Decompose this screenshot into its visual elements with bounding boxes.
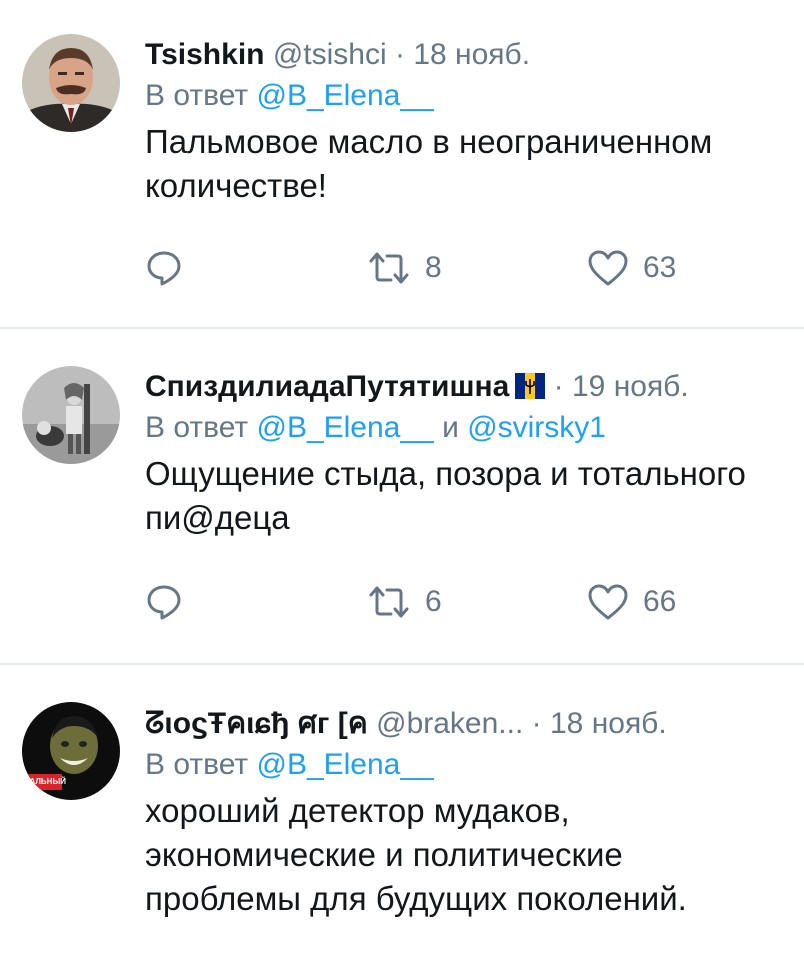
tweet-header: Tsishkin @tsishci · 18 нояб.	[145, 36, 792, 74]
barbados-flag-icon	[515, 371, 546, 399]
retweet-icon	[369, 252, 409, 284]
reply-icon	[147, 251, 181, 286]
like-count: 66	[643, 585, 677, 618]
avatar-girl-dog-photo-icon	[22, 366, 120, 464]
reply-mention[interactable]: @B_Elena__	[256, 411, 433, 444]
heart-icon	[588, 584, 628, 620]
user-handle[interactable]: @braken...	[376, 707, 523, 740]
reply-button[interactable]	[145, 248, 197, 288]
tweet[interactable]: БАЛЬНЫЙ ᘔιοϛŦคιɕђ ศг [ค @braken... · 18 …	[0, 665, 804, 960]
tweet-text: Пальмовое масло в неограниченном количес…	[145, 123, 713, 204]
reply-mention-2[interactable]: @svirsky1	[467, 411, 606, 444]
like-button[interactable]: 63	[587, 248, 676, 288]
tweet-date[interactable]: 19 нояб.	[572, 370, 689, 403]
retweet-count: 8	[425, 251, 442, 284]
tweet-date[interactable]: 18 нояб.	[413, 38, 530, 71]
retweet-button[interactable]: 8	[367, 248, 442, 288]
separator-dot: ·	[531, 707, 542, 740]
tweet-text: хороший детектор мудаков, экономические …	[145, 792, 687, 917]
like-button[interactable]: 66	[587, 582, 676, 622]
avatar[interactable]: БАЛЬНЫЙ	[22, 702, 120, 800]
tweet-header: ᘔιοϛŦคιɕђ ศг [ค @braken... · 18 нояб.	[145, 705, 792, 743]
user-handle[interactable]: @tsishci	[273, 38, 387, 71]
user-name[interactable]: СпиздилиадаПутятишна	[145, 370, 509, 403]
retweet-button[interactable]: 6	[367, 582, 442, 622]
avatar-badge-text: БАЛЬНЫЙ	[24, 777, 67, 786]
separator-dot: ·	[394, 38, 405, 71]
reply-prefix: В ответ	[145, 411, 249, 444]
tweet-actions: 6 66	[145, 582, 705, 622]
tweet-text: Ощущение стыда, позора и тотального пи@д…	[145, 455, 746, 536]
reply-mention[interactable]: @B_Elena__	[256, 748, 433, 781]
retweet-icon	[369, 586, 409, 618]
separator-dot: ·	[553, 370, 564, 403]
reply-mention[interactable]: @B_Elena__	[256, 79, 433, 112]
reply-context: В ответ @B_Elena__ и @svirsky1	[145, 408, 792, 448]
tweet-header: СпиздилиадаПутятишна · 19 нояб.	[145, 368, 792, 406]
tweet-actions: 8 63	[145, 248, 705, 288]
like-count: 63	[643, 251, 677, 284]
reply-button[interactable]	[145, 582, 197, 622]
user-name[interactable]: Tsishkin	[145, 38, 264, 71]
avatar[interactable]	[22, 34, 120, 132]
reply-icon	[147, 585, 181, 620]
heart-icon	[588, 250, 628, 286]
avatar-man-mustache-icon	[22, 34, 120, 132]
tweet[interactable]: СпиздилиадаПутятишна · 19 нояб. В ответ …	[0, 329, 804, 663]
reply-context: В ответ @B_Elena__	[145, 745, 792, 785]
reply-joiner: и	[442, 411, 459, 444]
reply-context: В ответ @B_Elena__	[145, 76, 792, 116]
reply-prefix: В ответ	[145, 748, 249, 781]
reply-prefix: В ответ	[145, 79, 249, 112]
avatar[interactable]	[22, 366, 120, 464]
retweet-count: 6	[425, 585, 442, 618]
tweet[interactable]: Tsishkin @tsishci · 18 нояб. В ответ @B_…	[0, 0, 804, 328]
user-name[interactable]: ᘔιοϛŦคιɕђ ศг [ค	[145, 707, 368, 740]
tweet-date[interactable]: 18 нояб.	[550, 707, 667, 740]
